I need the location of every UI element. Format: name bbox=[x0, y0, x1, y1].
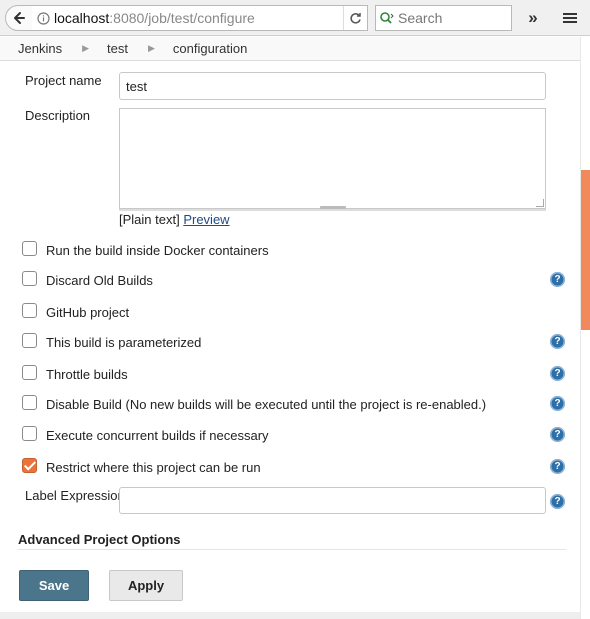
search-box[interactable] bbox=[375, 5, 512, 31]
scrollbar-thumb[interactable] bbox=[581, 170, 590, 330]
breadcrumb-item-test[interactable]: test bbox=[89, 41, 128, 56]
resize-handle-icon[interactable] bbox=[536, 199, 544, 207]
label-expression-input[interactable] bbox=[119, 487, 546, 514]
save-button[interactable]: Save bbox=[19, 570, 89, 601]
throttle-builds-checkbox[interactable] bbox=[22, 365, 37, 380]
option-throttle-builds[interactable]: Throttle builds bbox=[22, 365, 572, 385]
browser-toolbar: localhost:8080/job/test/configure » bbox=[0, 0, 590, 36]
back-button[interactable] bbox=[5, 5, 33, 31]
reload-icon bbox=[350, 12, 361, 24]
help-icon[interactable]: ? bbox=[550, 459, 565, 474]
option-concurrent-builds[interactable]: Execute concurrent builds if necessary bbox=[22, 426, 572, 446]
help-icon[interactable]: ? bbox=[550, 334, 565, 349]
option-disable-build[interactable]: Disable Build (No new builds will be exe… bbox=[22, 395, 572, 415]
parameterized-label: This build is parameterized bbox=[46, 335, 202, 350]
hamburger-menu-icon[interactable] bbox=[558, 8, 582, 28]
plain-text-label: [Plain text] bbox=[119, 212, 180, 227]
breadcrumb-item-jenkins[interactable]: Jenkins bbox=[0, 41, 62, 56]
concurrent-builds-label: Execute concurrent builds if necessary bbox=[46, 428, 269, 443]
info-icon[interactable] bbox=[32, 11, 54, 25]
parameterized-checkbox[interactable] bbox=[22, 333, 37, 348]
throttle-builds-label: Throttle builds bbox=[46, 367, 128, 382]
github-project-label: GitHub project bbox=[46, 305, 130, 320]
help-icon[interactable]: ? bbox=[550, 427, 565, 442]
option-parameterized[interactable]: This build is parameterized bbox=[22, 333, 572, 353]
advanced-options-title: Advanced Project Options bbox=[18, 532, 181, 547]
docker-checkbox[interactable] bbox=[22, 241, 37, 256]
option-github-project[interactable]: GitHub project bbox=[22, 303, 572, 323]
bottom-bar bbox=[0, 612, 580, 619]
search-icon bbox=[376, 11, 398, 25]
search-input[interactable] bbox=[398, 10, 506, 26]
breadcrumb-arrow-icon: ▶ bbox=[147, 43, 155, 53]
description-textarea[interactable] bbox=[119, 108, 546, 209]
concurrent-builds-checkbox[interactable] bbox=[22, 426, 37, 441]
section-divider bbox=[18, 549, 566, 550]
discard-old-builds-label: Discard Old Builds bbox=[46, 273, 153, 288]
description-label: Description bbox=[25, 108, 91, 123]
breadcrumb: Jenkins ▶ test ▶ configuration bbox=[0, 37, 580, 61]
reload-button[interactable] bbox=[343, 6, 367, 30]
label-expression-label: Label Expression bbox=[25, 488, 125, 503]
disable-build-checkbox[interactable] bbox=[22, 395, 37, 410]
help-icon[interactable]: ? bbox=[550, 494, 565, 509]
help-icon[interactable]: ? bbox=[550, 272, 565, 287]
help-icon[interactable]: ? bbox=[550, 366, 565, 381]
docker-label: Run the build inside Docker containers bbox=[46, 243, 269, 258]
address-bar[interactable]: localhost:8080/job/test/configure bbox=[32, 5, 368, 31]
back-arrow-icon bbox=[14, 12, 25, 24]
disable-build-label: Disable Build (No new builds will be exe… bbox=[46, 397, 487, 412]
url-text: localhost:8080/job/test/configure bbox=[54, 10, 255, 26]
github-project-checkbox[interactable] bbox=[22, 303, 37, 318]
discard-old-builds-checkbox[interactable] bbox=[22, 271, 37, 286]
help-icon[interactable]: ? bbox=[550, 396, 565, 411]
option-restrict-where-run[interactable]: Restrict where this project can be run bbox=[22, 458, 572, 478]
project-name-input[interactable] bbox=[119, 72, 546, 100]
option-run-in-docker[interactable]: Run the build inside Docker containers bbox=[22, 241, 572, 261]
project-name-label: Project name bbox=[25, 73, 102, 88]
textarea-bottom-bar bbox=[119, 209, 546, 211]
apply-button[interactable]: Apply bbox=[109, 570, 183, 601]
configure-form: Project name Description [Plain text] Pr… bbox=[0, 62, 580, 619]
breadcrumb-item-configuration[interactable]: configuration bbox=[155, 41, 247, 56]
chevron-double-right-icon[interactable]: » bbox=[522, 8, 544, 28]
format-hint: [Plain text] Preview bbox=[119, 212, 230, 227]
restrict-checkbox[interactable] bbox=[22, 458, 37, 473]
preview-link[interactable]: Preview bbox=[183, 212, 229, 227]
option-discard-old-builds[interactable]: Discard Old Builds bbox=[22, 271, 572, 291]
restrict-label: Restrict where this project can be run bbox=[46, 460, 261, 475]
breadcrumb-arrow-icon: ▶ bbox=[82, 43, 89, 53]
